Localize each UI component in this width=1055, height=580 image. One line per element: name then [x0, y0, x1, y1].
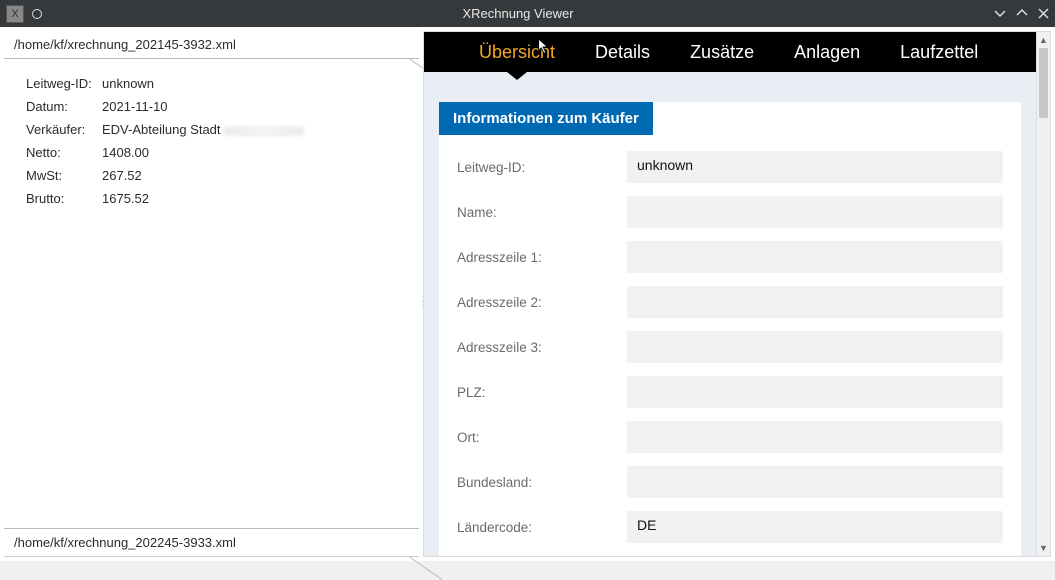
field-ort-value [627, 421, 1003, 453]
tab-laufzettel[interactable]: Laufzettel [880, 32, 998, 72]
summary-panel: Leitweg-ID: unknown Datum: 2021-11-10 Ve… [4, 61, 419, 528]
summary-mwst-label: MwSt: [26, 168, 102, 183]
scroll-track[interactable] [1037, 48, 1050, 540]
summary-verkaeufer-label: Verkäufer: [26, 122, 102, 137]
buyer-info-section: Informationen zum Käufer Leitweg-ID: unk… [439, 102, 1021, 556]
field-addr1-label: Adresszeile 1: [457, 250, 627, 265]
field-plz-value [627, 376, 1003, 408]
field-name-value [627, 196, 1003, 228]
minimize-icon[interactable] [994, 6, 1006, 22]
summary-brutto-label: Brutto: [26, 191, 102, 206]
field-addr3-label: Adresszeile 3: [457, 340, 627, 355]
file-tab-1[interactable]: /home/kf/xrechnung_202145-3932.xml [4, 31, 419, 59]
titlebar: X XRechnung Viewer [0, 0, 1055, 27]
summary-leitweg-value: unknown [102, 76, 409, 91]
field-addr3-value [627, 331, 1003, 363]
field-name-label: Name: [457, 205, 627, 220]
scroll-up-icon[interactable]: ▲ [1037, 32, 1050, 48]
tab-uebersicht[interactable]: Übersicht [459, 32, 575, 72]
summary-leitweg-label: Leitweg-ID: [26, 76, 102, 91]
scroll-thumb[interactable] [1039, 48, 1048, 118]
file-path: /home/kf/xrechnung_202145-3932.xml [14, 37, 236, 52]
left-panel: /home/kf/xrechnung_202145-3932.xml Leitw… [4, 31, 419, 557]
summary-netto-value: 1408.00 [102, 145, 409, 160]
summary-datum-value: 2021-11-10 [102, 99, 409, 114]
section-header: Informationen zum Käufer [439, 102, 653, 135]
file-tab-2[interactable]: /home/kf/xrechnung_202245-3933.xml [4, 528, 419, 557]
maximize-icon[interactable] [1016, 6, 1028, 22]
tab-anlagen[interactable]: Anlagen [774, 32, 880, 72]
file-path: /home/kf/xrechnung_202245-3933.xml [14, 535, 236, 550]
summary-brutto-value: 1675.52 [102, 191, 409, 206]
scroll-down-icon[interactable]: ▼ [1037, 540, 1050, 556]
scrollbar[interactable]: ▲ ▼ [1036, 32, 1050, 556]
field-addr2-value [627, 286, 1003, 318]
right-panel: Übersicht Details Zusätze Anlagen Laufze… [423, 31, 1051, 557]
summary-datum-label: Datum: [26, 99, 102, 114]
record-dot-icon [32, 9, 42, 19]
field-bundesland-label: Bundesland: [457, 475, 627, 490]
tab-details[interactable]: Details [575, 32, 670, 72]
window-title: XRechnung Viewer [42, 6, 994, 21]
field-leitweg-label: Leitweg-ID: [457, 160, 627, 175]
summary-mwst-value: 267.52 [102, 168, 409, 183]
field-addr1-value [627, 241, 1003, 273]
redacted-text [224, 126, 304, 136]
field-addr2-label: Adresszeile 2: [457, 295, 627, 310]
tab-zusaetze[interactable]: Zusätze [670, 32, 774, 72]
field-leitweg-value: unknown [627, 151, 1003, 183]
field-bundesland-value [627, 466, 1003, 498]
tab-navigation: Übersicht Details Zusätze Anlagen Laufze… [424, 32, 1036, 72]
app-icon: X [6, 5, 24, 23]
field-plz-label: PLZ: [457, 385, 627, 400]
summary-verkaeufer-value: EDV-Abteilung Stadt [102, 122, 409, 137]
field-laendercode-label: Ländercode: [457, 520, 627, 535]
field-laendercode-value: DE [627, 511, 1003, 543]
close-icon[interactable] [1038, 6, 1049, 22]
summary-netto-label: Netto: [26, 145, 102, 160]
field-ort-label: Ort: [457, 430, 627, 445]
